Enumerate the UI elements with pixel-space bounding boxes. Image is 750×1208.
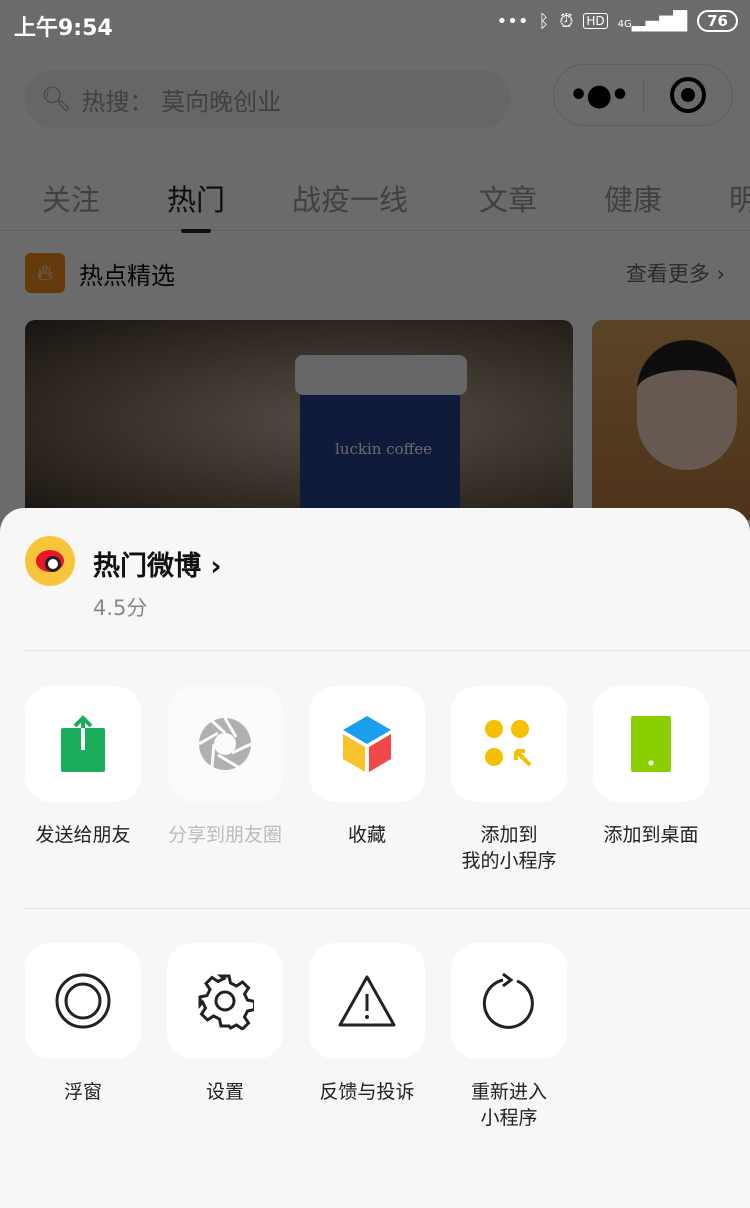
tab-epidemic[interactable]: 战疫一线 [292, 177, 408, 219]
floating-window-button[interactable]: 浮窗 [25, 943, 141, 1105]
divider [25, 650, 750, 651]
search-placeholder: 热搜： 莫向晚创业 [81, 87, 282, 116]
share-to-friend-icon [61, 715, 105, 772]
item-label: 发送给朋友 [35, 824, 131, 846]
item-label: 重新进入 小程序 [470, 1081, 547, 1129]
more-dots-icon: •●• [568, 77, 630, 113]
settings-gear-icon [198, 974, 254, 1030]
tab-health[interactable]: 健康 [604, 177, 662, 219]
cup-text: luckin coffee [335, 440, 433, 458]
tab-articles[interactable]: 文章 [479, 177, 537, 219]
more-button[interactable]: •●• [554, 65, 643, 125]
add-mini-program-icon [485, 720, 532, 767]
battery-icon: 76 [697, 10, 738, 32]
section-title: 热点精选 [79, 261, 175, 290]
item-label: 设置 [205, 1081, 244, 1103]
divider [25, 908, 750, 909]
feedback-complaint-button[interactable]: 反馈与投诉 [309, 943, 425, 1105]
clock: 上午9:54 [14, 16, 113, 41]
weibo-logo-icon [25, 536, 75, 586]
view-more-link[interactable]: 查看更多 › [626, 258, 725, 288]
search-icon: 🔍︎ [41, 85, 72, 113]
app-score: 4.5分 [93, 596, 148, 620]
add-to-desktop-icon [631, 716, 671, 772]
fire-icon: 🔥︎ [25, 253, 65, 293]
favorite-cube-icon [343, 716, 391, 772]
mini-program-capsule: •●• [553, 64, 733, 126]
add-to-desktop-button[interactable]: 添加到桌面 [593, 686, 709, 848]
app-header[interactable]: 热门微博 › 4.5分 [25, 536, 222, 620]
reenter-mini-program-button[interactable]: 重新进入 小程序 [451, 943, 567, 1131]
favorite-button[interactable]: 收藏 [309, 686, 425, 848]
action-sheet: 热门微博 › 4.5分 发送给朋友 分享到朋友圈 收藏 添加到 我的小程序 添加… [0, 508, 750, 1208]
item-label: 添加到 我的小程序 [461, 824, 557, 872]
reload-icon [482, 972, 534, 1029]
tab-bar: 关注 热门 战疫一线 文章 健康 明 [0, 175, 750, 233]
search-input[interactable]: 🔍︎ 热搜： 莫向晚创业 [25, 70, 510, 128]
item-label: 添加到桌面 [603, 824, 699, 846]
settings-button[interactable]: 设置 [167, 943, 283, 1105]
add-to-my-mini-programs-button[interactable]: 添加到 我的小程序 [451, 686, 567, 874]
close-button[interactable] [644, 65, 733, 125]
floating-window-icon [55, 973, 111, 1029]
tab-star[interactable]: 明 [729, 177, 750, 219]
tab-hot[interactable]: 热门 [167, 177, 225, 233]
item-label: 浮窗 [63, 1081, 102, 1103]
signal-icon: 4G▂▄▆█ [617, 10, 688, 32]
more-notifications-icon: ••• [496, 10, 529, 32]
section-header: 🔥︎ 热点精选 查看更多 › [25, 253, 725, 293]
alarm-icon: ⏰︎ [559, 10, 574, 32]
send-to-friend-button[interactable]: 发送给朋友 [25, 686, 141, 848]
item-label: 分享到朋友圈 [167, 824, 282, 846]
bluetooth-icon: ᛒ [538, 10, 550, 32]
news-card-person[interactable] [592, 320, 750, 520]
hd-icon: HD [583, 13, 608, 29]
status-bar: 上午9:54 ••• ᛒ ⏰︎ HD 4G▂▄▆█ 76 [0, 0, 750, 50]
tab-follow[interactable]: 关注 [42, 177, 100, 219]
moments-icon [198, 717, 252, 770]
item-label: 反馈与投诉 [319, 1081, 415, 1103]
item-label: 收藏 [347, 824, 386, 846]
news-card-coffee[interactable]: luckin coffee [25, 320, 573, 520]
app-name[interactable]: 热门微博 › [93, 544, 222, 583]
share-to-moments-button[interactable]: 分享到朋友圈 [167, 686, 283, 848]
close-target-icon [669, 77, 706, 113]
warning-icon [338, 975, 396, 1027]
